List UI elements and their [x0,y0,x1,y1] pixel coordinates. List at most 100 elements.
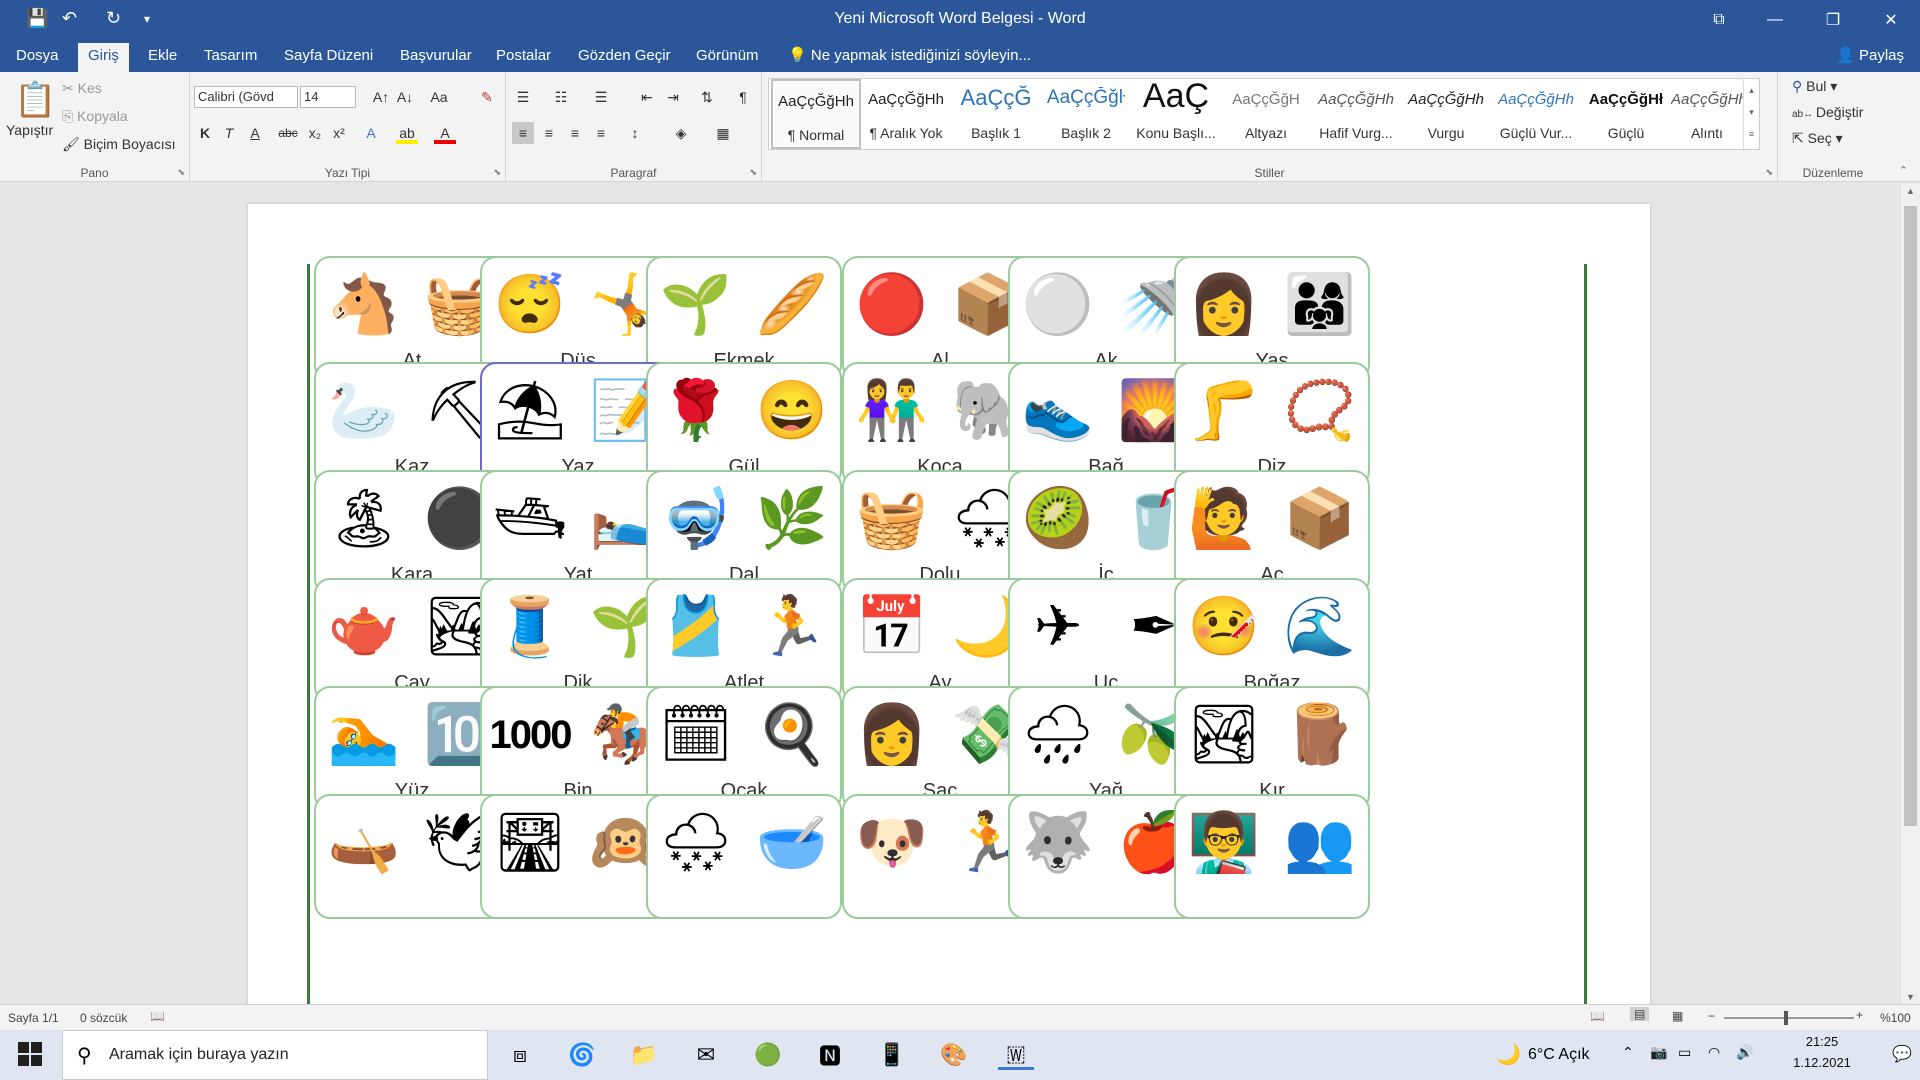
tab-giris[interactable]: Giriş [78,43,129,72]
minimize-button[interactable]: — [1752,0,1798,40]
style-subtitle[interactable]: AaÇçĞğH Altyazı [1221,79,1311,149]
style-strong[interactable]: AaÇçĞğHł Güçlü [1581,79,1671,149]
clock[interactable]: 21:25 1.12.2021 [1772,1034,1872,1070]
format-painter-button[interactable]: 🖌 Biçim Boyacısı [62,136,175,153]
tell-me-box[interactable]: 💡 Ne yapmak istediğinizi söyleyin... [784,46,1035,72]
underline-button[interactable]: A [244,122,266,144]
print-layout-icon[interactable]: ▤ [1630,1007,1650,1021]
chrome-icon[interactable]: 🟢 [750,1040,786,1070]
notion-icon[interactable]: 🅽 [812,1040,848,1070]
font-color-button[interactable]: A [434,122,456,144]
picture-card[interactable]: 🌹 😄 Gül [646,362,842,487]
find-button[interactable]: ⚲ Bul ▾ [1792,78,1837,95]
clear-formatting-button[interactable]: ✎ [476,86,498,108]
tab-tasarim[interactable]: Tasarım [200,46,261,72]
taskbar-search-box[interactable]: ⚲ Aramak için buraya yazın [62,1030,488,1080]
style-heading-2[interactable]: AaÇçĞğŀ Başlık 2 [1041,79,1131,149]
style-emphasis[interactable]: AaÇçĞğHh Vurgu [1401,79,1491,149]
maximize-button[interactable]: ❐ [1810,0,1856,40]
style-intense-emphasis[interactable]: AaÇçĞğHh Güçlü Vur... [1491,79,1581,149]
superscript-button[interactable]: x² [328,122,350,144]
style-quote[interactable]: AaÇçĞğHh Alıntı [1671,79,1743,149]
close-button[interactable]: ✕ [1868,0,1914,40]
tab-postalar[interactable]: Postalar [492,46,555,72]
tab-basvurular[interactable]: Başvurular [396,46,476,72]
picture-card[interactable]: 🤿 🌿 Dal [646,470,842,595]
grow-font-button[interactable]: A↑ [370,86,392,108]
zoom-level[interactable]: %100 [1880,1011,1911,1025]
document-page[interactable]: 🐴 🧺 At 😴 🤸 Düş 🌱 🥖 Ekmek 🔴 📦 Al ⚪ 🚿 Ak 👩 👨‍👩‍👧 Yaş 🦢 ⛏ Kaz ⛱ 📝… [248,204,1650,1004]
picture-card[interactable]: 🙋 📦 Aç [1174,470,1370,595]
zoom-slider[interactable] [1724,1011,1854,1025]
align-right-icon[interactable]: ≡ [564,122,586,144]
read-mode-icon[interactable]: 📖 [1590,1009,1605,1023]
file-explorer-icon[interactable]: 📁 [626,1040,662,1070]
picture-card[interactable]: 🎽 🏃 Atlet [646,578,842,703]
bold-button[interactable]: K [194,122,216,144]
font-dialog-launcher-icon[interactable]: ⬊ [493,167,501,178]
italic-button[interactable]: T [218,122,240,144]
meet-now-icon[interactable]: 📷 [1650,1044,1667,1061]
wifi-icon[interactable]: ◠ [1708,1044,1720,1061]
scrollbar-thumb[interactable] [1904,206,1917,826]
picture-card[interactable]: 🦵 📿 Diz [1174,362,1370,487]
windows-start-icon[interactable] [18,1042,42,1066]
styles-scroll-icon[interactable]: ▴ ▾ ≡ [1743,79,1759,149]
word-count[interactable]: 0 sözcük [80,1011,127,1025]
task-view-icon[interactable]: ⧈ [502,1040,538,1070]
weather-icon[interactable]: 🌙 [1496,1042,1521,1067]
copy-button[interactable]: ⎘ Kopyala [62,108,128,125]
mail-icon[interactable]: ✉ [688,1040,724,1070]
replace-button[interactable]: ab↔ Değiştir [1792,104,1863,120]
edge-icon[interactable]: 🌀 [564,1040,600,1070]
picture-card[interactable]: 🗓 🍳 Ocak [646,686,842,811]
strikethrough-button[interactable]: abc [274,122,302,144]
style-heading-1[interactable]: AaÇçĞ Başlık 1 [951,79,1041,149]
align-left-icon[interactable]: ≡ [512,122,534,144]
select-button[interactable]: ⇱ Seç ▾ [1792,130,1843,147]
style-title[interactable]: AaÇ Konu Başlı... [1131,77,1221,149]
shading-icon[interactable]: ◈ [670,122,692,144]
paste-icon[interactable]: 📋 [14,80,56,120]
tab-gorunum[interactable]: Görünüm [692,46,763,72]
bullets-icon[interactable]: ☰ [512,86,534,108]
tab-gozden-gecir[interactable]: Gözden Geçir [574,46,675,72]
show-hidden-icons[interactable]: ⌃ [1622,1044,1634,1061]
dialog-launcher-icon[interactable]: ⬊ [177,167,185,178]
scroll-down-icon[interactable]: ▼ [1906,992,1915,1002]
cut-button[interactable]: ✂ Kes [62,80,102,97]
sort-icon[interactable]: ⇅ [696,86,718,108]
line-spacing-icon[interactable]: ↕ [624,122,646,144]
picture-card[interactable]: 🤒 🌊 Boğaz [1174,578,1370,703]
word-icon[interactable]: 🇼 [998,1040,1034,1070]
decrease-indent-icon[interactable]: ⇤ [636,86,658,108]
increase-indent-icon[interactable]: ⇥ [662,86,684,108]
picture-card[interactable]: 🏞 🪵 Kır [1174,686,1370,811]
highlight-button[interactable]: ab [396,122,418,144]
font-name-box[interactable]: Calibri (Gövd [194,86,298,108]
borders-icon[interactable]: ▦ [712,122,734,144]
battery-icon[interactable]: ▭ [1678,1044,1691,1061]
picture-card[interactable]: 🌨 🥣 [646,794,842,919]
paragraph-dialog-launcher-icon[interactable]: ⬊ [749,167,757,178]
ribbon-display-options-icon[interactable]: ⧉ [1696,0,1742,40]
style-no-spacing[interactable]: AaÇçĞğHh ¶ Aralık Yok [861,79,951,149]
share-button[interactable]: 👤 Paylaş [1836,46,1904,64]
weather-text[interactable]: 6°C Açık [1528,1046,1590,1064]
multilevel-list-icon[interactable]: ☰ [590,86,612,108]
volume-icon[interactable]: 🔊 [1736,1044,1753,1061]
notifications-icon[interactable]: 💬 [1892,1044,1912,1064]
web-layout-icon[interactable]: ▦ [1672,1009,1683,1023]
subscript-button[interactable]: x₂ [304,122,326,144]
phone-icon[interactable]: 📱 [874,1040,910,1070]
vertical-scrollbar[interactable]: ▲ ▼ [1900,184,1920,1004]
style-subtle-emphasis[interactable]: AaÇçĞğHh Hafif Vurg... [1311,79,1401,149]
page-count[interactable]: Sayfa 1/1 [8,1011,59,1025]
numbering-icon[interactable]: ☷ [550,86,572,108]
zoom-slider-thumb[interactable] [1784,1011,1788,1025]
proofing-icon[interactable]: 📖 [150,1009,165,1023]
text-effects-button[interactable]: A [360,122,382,144]
scroll-up-icon[interactable]: ▲ [1906,186,1915,196]
tab-ekle[interactable]: Ekle [144,46,181,72]
tab-sayfa-duzeni[interactable]: Sayfa Düzeni [280,46,377,72]
